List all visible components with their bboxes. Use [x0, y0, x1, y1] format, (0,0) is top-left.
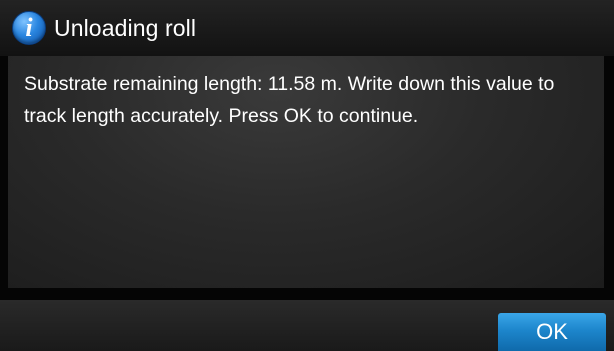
- message-panel: Substrate remaining length: 11.58 m. Wri…: [8, 56, 604, 288]
- title-bar: i Unloading roll: [0, 0, 614, 56]
- dialog-title: Unloading roll: [54, 14, 197, 41]
- dialog-message: Substrate remaining length: 11.58 m. Wri…: [24, 73, 555, 127]
- info-icon: i: [12, 11, 46, 45]
- ok-button[interactable]: OK: [498, 313, 606, 351]
- unloading-roll-dialog: i Unloading roll Substrate remaining len…: [0, 0, 614, 351]
- action-bar: OK: [0, 300, 614, 351]
